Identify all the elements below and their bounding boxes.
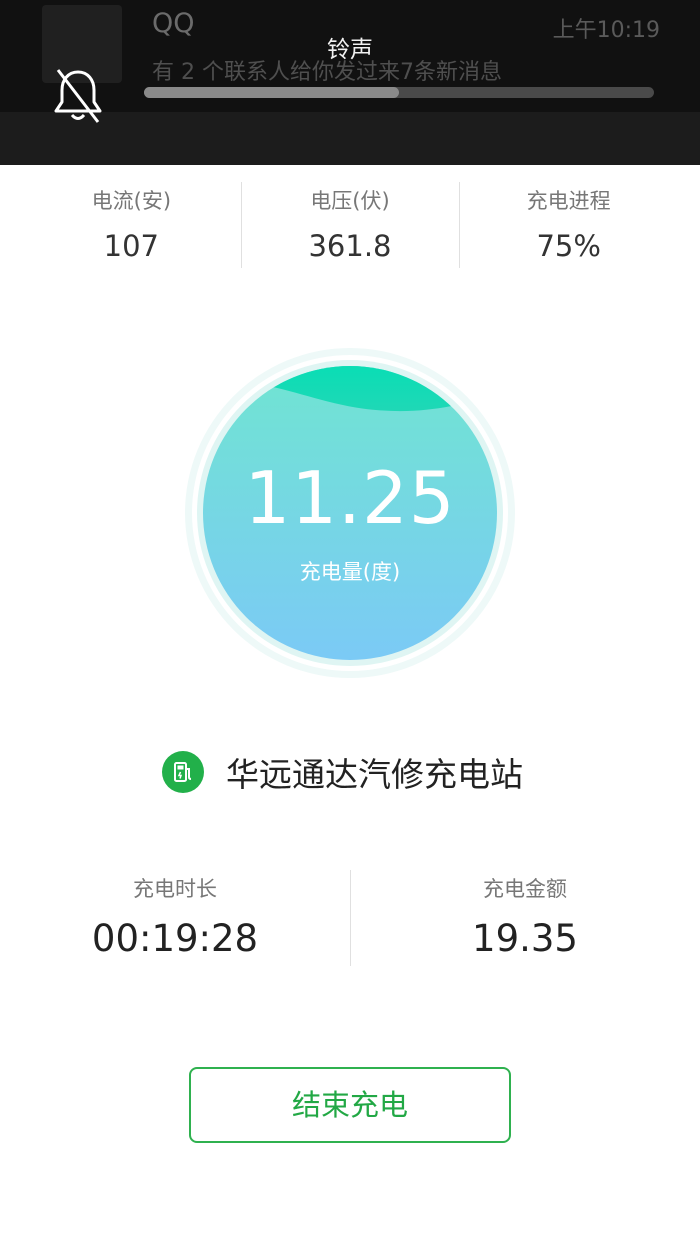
volume-overlay: QQ 上午10:19 有 2 个联系人给你发过来7条新消息 铃声	[0, 0, 700, 165]
metric-label: 充电金额	[483, 877, 567, 901]
charged-energy-value: 11.25	[244, 456, 456, 540]
volume-slider[interactable]	[144, 87, 654, 98]
stat-current: 电流(安) 107	[22, 182, 241, 268]
charged-energy-label: 充电量(度)	[299, 560, 401, 584]
metric-duration: 充电时长 00:19:28	[0, 870, 350, 966]
charging-metrics: 充电时长 00:19:28 充电金额 19.35	[0, 870, 700, 966]
fuel-pump-icon	[162, 751, 204, 793]
end-charging-button[interactable]: 结束充电	[189, 1067, 511, 1143]
metric-amount: 充电金额 19.35	[350, 870, 700, 966]
volume-slider-fill	[144, 87, 399, 98]
stat-value: 107	[103, 229, 160, 263]
stat-value: 75%	[536, 229, 601, 263]
volume-title: 铃声	[327, 37, 373, 63]
charging-stats: 电流(安) 107 电压(伏) 361.8 充电进程 75%	[22, 182, 678, 268]
metric-value: 19.35	[472, 917, 578, 960]
metric-label: 充电时长	[133, 877, 217, 901]
stat-progress: 充电进程 75%	[459, 182, 678, 268]
station-name: 华远通达汽修充电站	[226, 755, 523, 794]
stat-value: 361.8	[308, 229, 392, 263]
metric-value: 00:19:28	[91, 917, 259, 960]
stat-voltage: 电压(伏) 361.8	[240, 182, 460, 268]
stat-label: 充电进程	[526, 189, 611, 213]
charge-gauge: 11.25 充电量(度)	[183, 346, 517, 680]
bell-muted-icon[interactable]	[50, 66, 106, 126]
stat-label: 电压(伏)	[310, 189, 390, 213]
station-info: 华远通达汽修充电站	[162, 748, 523, 796]
stat-label: 电流(安)	[91, 189, 172, 213]
